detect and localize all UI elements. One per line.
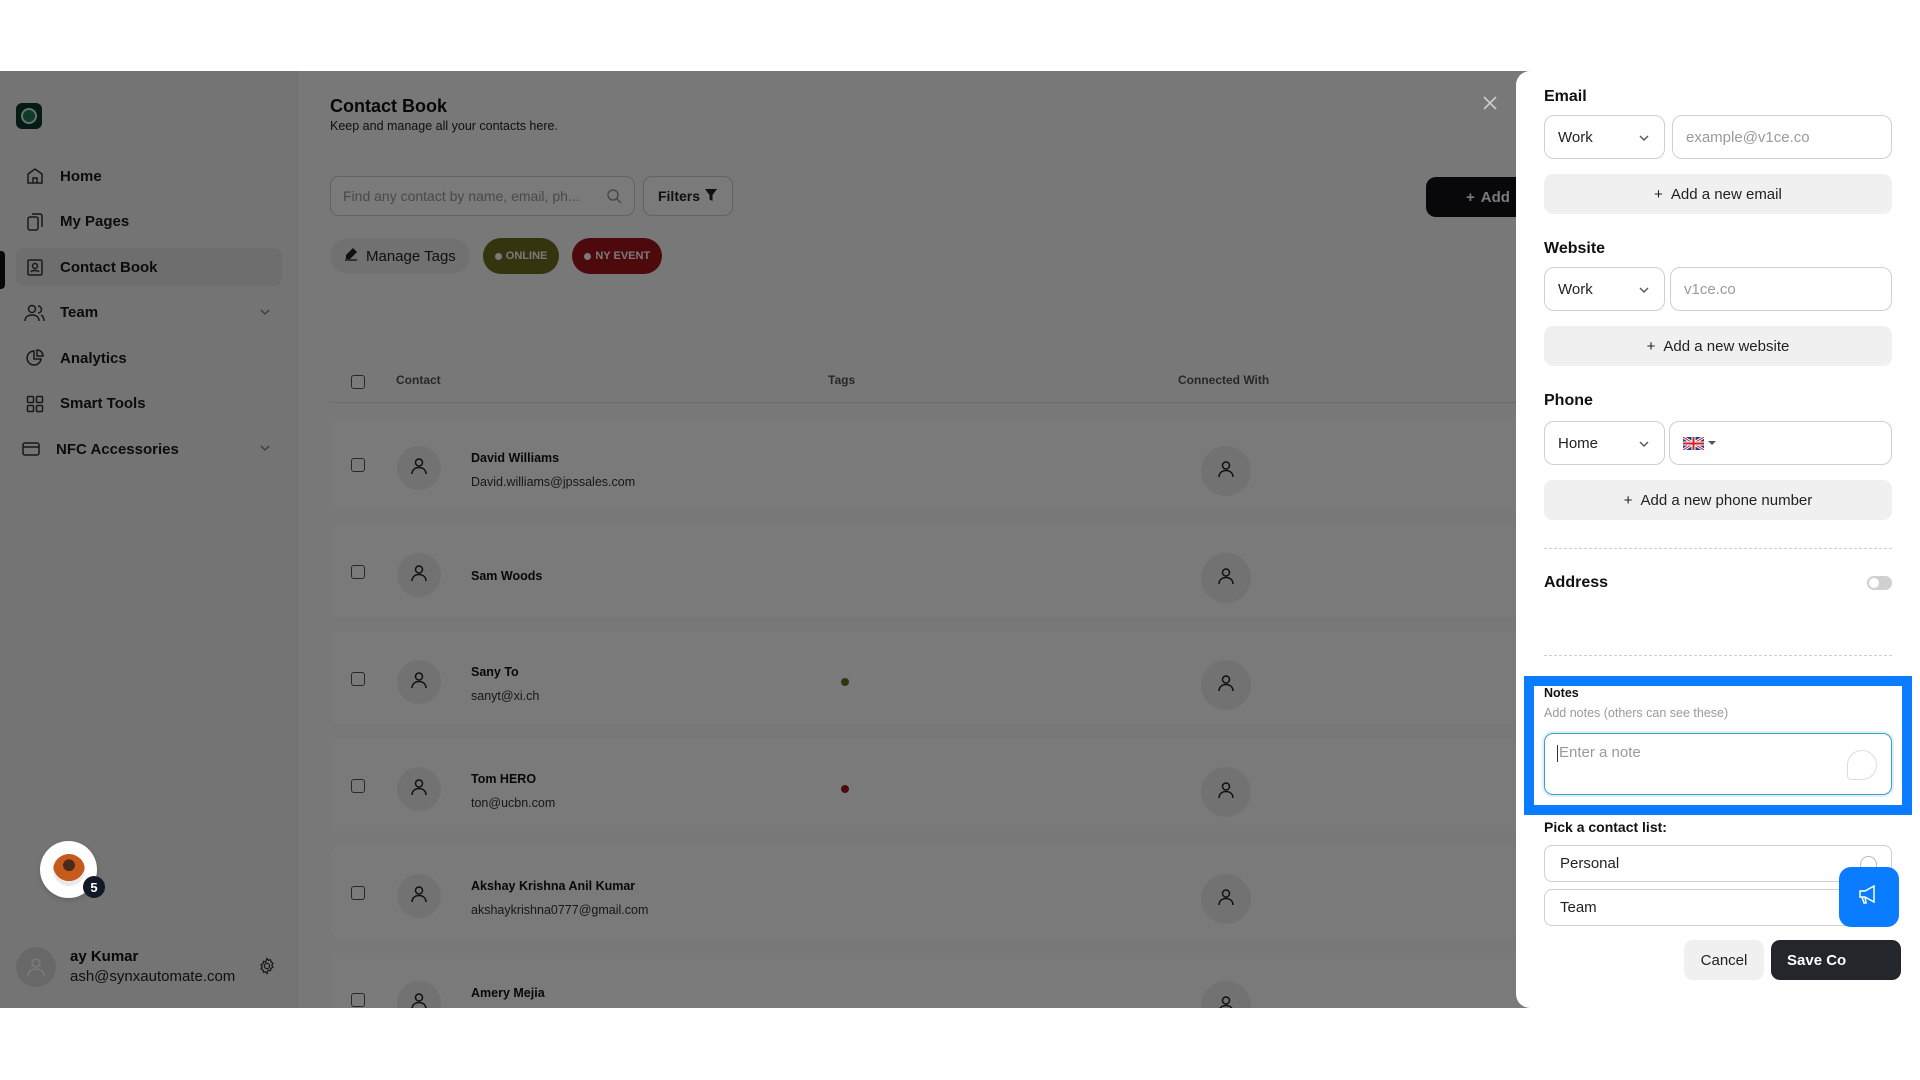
app-window: Home My Pages Contact Book Team Analytic… [0,71,1920,1008]
chevron-down-icon [1638,437,1650,449]
save-contact-button[interactable]: Save Co [1771,940,1901,980]
uk-flag-icon[interactable] [1683,436,1716,450]
plus-icon: + [1646,337,1656,355]
announcement-button[interactable] [1839,867,1899,927]
notification-badge[interactable]: 5 [83,876,105,898]
megaphone-icon [1857,884,1881,911]
option-label: Team [1560,899,1597,916]
add-email-button[interactable]: + Add a new email [1544,174,1892,214]
website-input[interactable]: v1ce.co [1670,267,1892,311]
add-website-label: Add a new website [1663,337,1790,355]
email-placeholder: example@v1ce.co [1686,128,1810,146]
text-caret [1557,744,1558,762]
phone-type-value: Home [1558,434,1599,452]
phone-type-select[interactable]: Home [1544,421,1665,465]
add-email-label: Add a new email [1670,185,1782,203]
plus-icon: + [1654,185,1663,203]
email-input[interactable]: example@v1ce.co [1672,115,1892,159]
add-website-button[interactable]: + Add a new website [1544,326,1892,366]
chat-bubble-icon[interactable] [1847,750,1877,780]
option-label: Personal [1560,855,1620,872]
notes-textarea[interactable]: Enter a note [1544,733,1892,795]
website-type-select[interactable]: Work [1544,267,1665,311]
divider [1544,548,1892,549]
email-type-value: Work [1558,128,1593,146]
website-section-label: Website [1544,240,1606,257]
plus-icon: + [1623,491,1633,509]
website-type-value: Work [1558,280,1593,298]
notes-label: Notes [1544,686,1579,700]
cancel-button[interactable]: Cancel [1684,940,1764,980]
address-section-label: Address [1544,574,1609,591]
notes-hint: Add notes (others can see these) [1544,706,1729,720]
contact-list-label: Pick a contact list: [1544,819,1667,835]
address-toggle[interactable] [1867,576,1892,590]
user-photo [52,853,85,886]
add-phone-label: Add a new phone number [1640,491,1813,509]
divider [1544,655,1892,656]
close-icon[interactable] [1480,93,1500,113]
email-section-label: Email [1544,88,1587,105]
email-type-select[interactable]: Work [1544,115,1665,159]
chevron-down-icon [1638,131,1650,143]
phone-input[interactable] [1669,421,1892,465]
add-phone-button[interactable]: + Add a new phone number [1544,480,1892,520]
phone-section-label: Phone [1544,392,1593,409]
chevron-down-icon [1638,283,1650,295]
website-placeholder: v1ce.co [1684,280,1736,298]
notes-placeholder: Enter a note [1559,744,1641,761]
